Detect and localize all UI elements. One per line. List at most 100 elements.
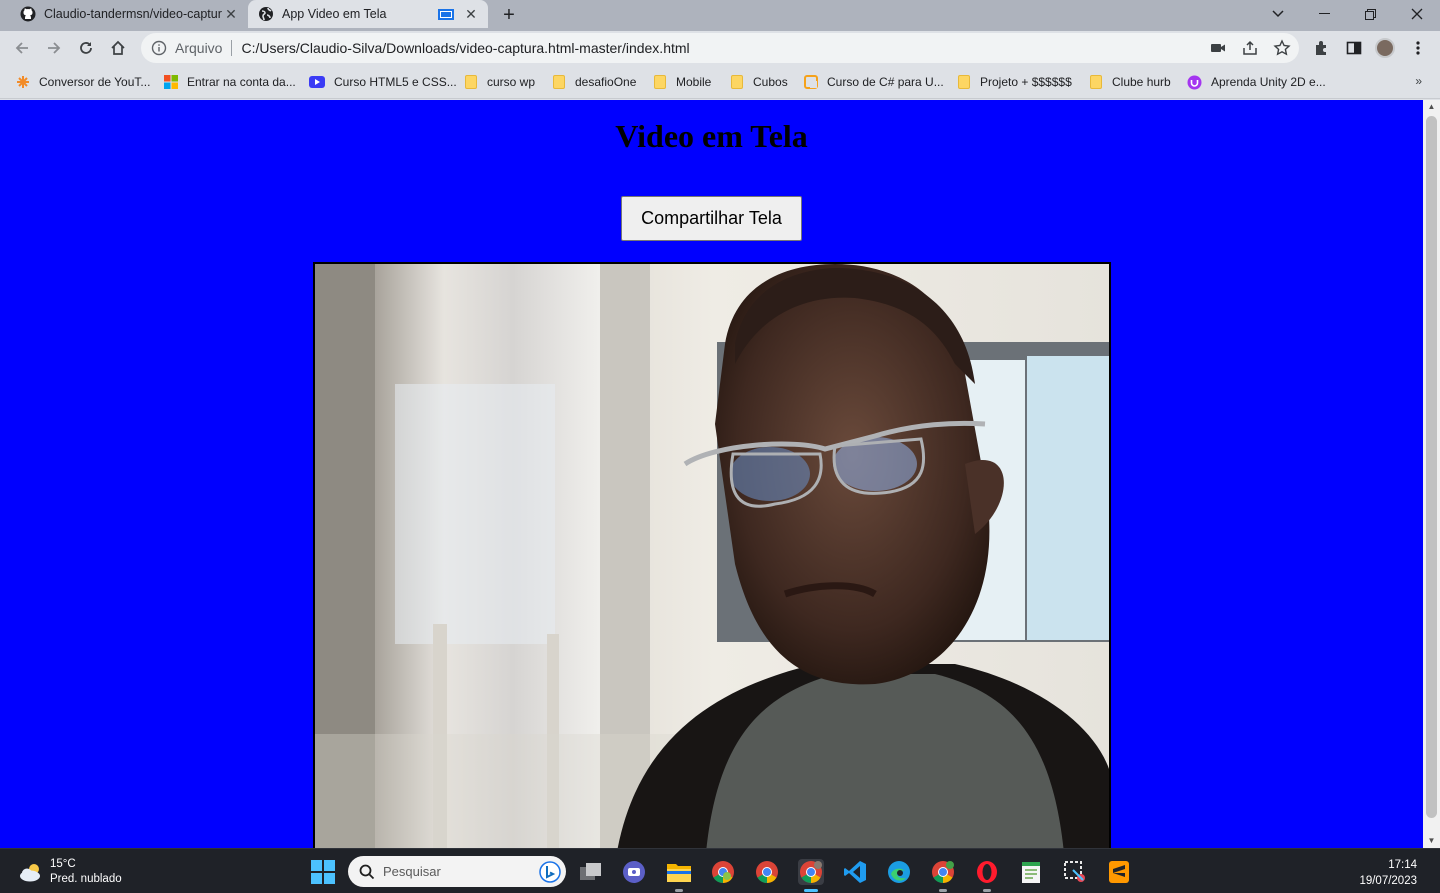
extensions-icon[interactable]: [1313, 39, 1331, 57]
bookmark-item[interactable]: Cubos: [731, 73, 788, 91]
bookmark-item[interactable]: Clube hurb: [1090, 73, 1171, 91]
windows-start-icon[interactable]: [311, 860, 335, 884]
webcam-frame-image: [315, 264, 1109, 848]
microsoft-icon: [164, 75, 178, 89]
weather-widget[interactable]: 15°C Pred. nublado: [18, 857, 122, 887]
chrome-icon[interactable]: [754, 859, 780, 885]
tab-strip: Claudio-tandermsn/video-captur ✕ App Vid…: [0, 0, 1440, 31]
scroll-up-arrow-icon[interactable]: ▲: [1423, 100, 1440, 114]
side-panel-icon[interactable]: [1345, 39, 1363, 57]
camera-in-use-icon[interactable]: [1209, 39, 1227, 57]
share-icon[interactable]: [1241, 39, 1259, 57]
tab-title: App Video em Tela: [282, 7, 387, 21]
close-window-button[interactable]: [1394, 0, 1440, 28]
forward-button[interactable]: [41, 35, 67, 61]
tab-search-icon[interactable]: [1255, 0, 1301, 28]
bookmark-item[interactable]: Curso de C# para U...: [804, 73, 944, 91]
weather-description: Pred. nublado: [50, 873, 122, 885]
bookmark-item[interactable]: Aprenda Unity 2D e...: [1187, 73, 1326, 91]
chrome-canary-icon[interactable]: [930, 859, 956, 892]
bookmark-label: Conversor de YouT...: [39, 75, 151, 89]
vscode-icon[interactable]: [842, 859, 868, 885]
udemy-icon: [804, 75, 818, 89]
bookmark-star-icon[interactable]: [1273, 39, 1291, 57]
chrome-icon[interactable]: [798, 859, 824, 892]
more-bookmarks-button[interactable]: »: [1415, 74, 1422, 88]
bookmark-label: Mobile: [676, 75, 712, 89]
youtube-icon: [309, 76, 325, 88]
page-title: Video em Tela: [615, 118, 808, 154]
bookmark-item[interactable]: Mobile: [654, 73, 711, 91]
bookmark-label: Projeto + $$$$$$: [980, 75, 1072, 89]
bookmark-item[interactable]: Curso HTML5 e CSS...: [309, 73, 457, 91]
bookmark-label: Aprenda Unity 2D e...: [1211, 75, 1326, 89]
bookmark-item[interactable]: Entrar na conta da...: [164, 73, 296, 91]
cloudy-weather-icon: [20, 864, 40, 882]
search-icon: [359, 864, 375, 879]
search-placeholder: Pesquisar: [383, 864, 441, 879]
bookmark-label: Curso de C# para U...: [827, 75, 944, 89]
sublime-icon[interactable]: [1106, 859, 1132, 885]
opera-icon[interactable]: [974, 859, 1000, 892]
restore-button[interactable]: [1347, 0, 1393, 28]
vertical-scrollbar[interactable]: ▲ ▼: [1423, 100, 1440, 848]
arrow-right-icon: [48, 42, 61, 54]
page-content: Video em Tela Compartilhar Tela: [0, 100, 1423, 848]
taskbar-search-box[interactable]: Pesquisar: [348, 856, 566, 887]
system-clock[interactable]: 17:14 19/07/2023: [1359, 857, 1417, 889]
task-view-icon[interactable]: [578, 859, 604, 885]
bookmark-label: desafioOne: [575, 75, 637, 89]
scroll-down-arrow-icon[interactable]: ▼: [1423, 834, 1440, 848]
kebab-menu-icon[interactable]: [1409, 39, 1427, 57]
address-bar[interactable]: Arquivo C:/Users/Claudio-Silva/Downloads…: [141, 33, 1299, 63]
globe-icon: [259, 7, 273, 21]
avatar[interactable]: [1375, 38, 1395, 58]
converter-icon: [17, 76, 29, 88]
url-text[interactable]: C:/Users/Claudio-Silva/Downloads/video-c…: [241, 40, 689, 56]
bookmark-item[interactable]: Projeto + $$$$$$: [958, 73, 1072, 91]
bookmark-label: Curso HTML5 e CSS...: [334, 75, 457, 89]
folder-icon: [553, 75, 565, 89]
tab-video-em-tela[interactable]: App Video em Tela ✕: [248, 0, 488, 28]
info-icon[interactable]: [151, 40, 167, 56]
arrow-left-icon: [15, 42, 28, 54]
divider: [231, 40, 233, 56]
new-tab-button[interactable]: +: [498, 4, 520, 26]
chrome-icon[interactable]: [710, 859, 736, 885]
bookmarks-bar: Conversor de YouT... Entrar na conta da.…: [0, 66, 1440, 99]
minimize-button[interactable]: [1301, 0, 1347, 28]
file-explorer-icon[interactable]: [666, 859, 692, 892]
folder-icon: [654, 75, 666, 89]
video-preview[interactable]: [313, 262, 1111, 848]
weather-temperature: 15°C: [50, 858, 76, 870]
bookmark-item[interactable]: desafioOne: [553, 73, 636, 91]
bing-icon[interactable]: [539, 860, 561, 883]
udemy-purple-icon: [1187, 75, 1202, 89]
bookmark-item[interactable]: curso wp: [465, 73, 535, 91]
folder-icon: [465, 75, 477, 89]
scrollbar-thumb[interactable]: [1426, 116, 1437, 818]
bookmark-label: curso wp: [487, 75, 536, 89]
teams-icon[interactable]: [621, 859, 647, 885]
screen-share-indicator-icon: [438, 8, 454, 20]
tab-title: Claudio-tandermsn/video-captur: [44, 7, 222, 21]
edge-icon[interactable]: [886, 859, 912, 885]
snipping-icon[interactable]: [1062, 859, 1088, 885]
share-screen-button[interactable]: Compartilhar Tela: [621, 196, 802, 241]
tab-github[interactable]: Claudio-tandermsn/video-captur ✕: [10, 0, 248, 28]
reload-button[interactable]: [73, 35, 99, 61]
notepad-icon[interactable]: [1018, 859, 1044, 885]
bookmark-label: Clube hurb: [1112, 75, 1171, 89]
url-scheme-label: Arquivo: [175, 40, 223, 56]
close-tab-icon[interactable]: ✕: [224, 7, 238, 21]
home-button[interactable]: [105, 35, 131, 61]
windows-taskbar: 15°C Pred. nublado Pesquisar 17:14 19/07…: [0, 848, 1440, 893]
close-tab-icon[interactable]: ✕: [464, 7, 478, 21]
clock-date: 19/07/2023: [1359, 875, 1417, 887]
folder-icon: [731, 75, 743, 89]
clock-time: 17:14: [1388, 859, 1417, 871]
bookmark-label: Entrar na conta da...: [187, 75, 296, 89]
back-button[interactable]: [9, 35, 35, 61]
bookmark-item[interactable]: Conversor de YouT...: [16, 73, 150, 91]
reload-icon: [80, 42, 92, 54]
